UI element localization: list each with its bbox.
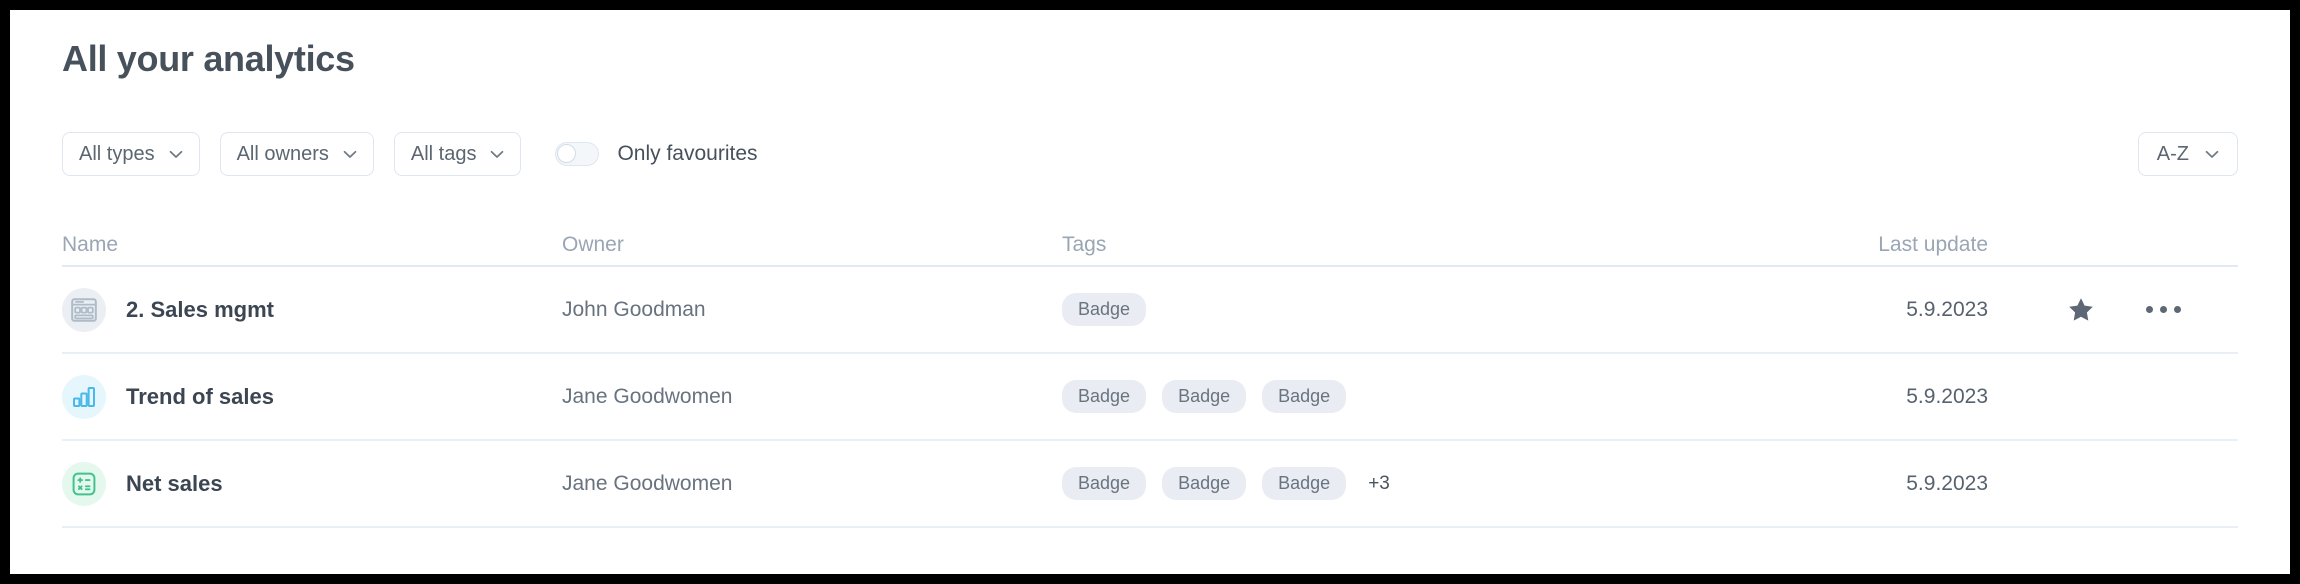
bar-chart-icon	[62, 374, 106, 419]
tag-overflow-count[interactable]: +3	[1368, 473, 1390, 495]
column-header-tags[interactable]: Tags	[1062, 233, 1106, 257]
chevron-down-icon	[343, 150, 357, 158]
tag-badge[interactable]: Badge	[1062, 293, 1147, 326]
row-last-update: 5.9.2023	[1906, 384, 1988, 408]
analytics-panel: All your analytics All types All owners …	[10, 10, 2290, 574]
table-header-row: Name Owner Tags Last update	[62, 225, 2238, 267]
favourite-star-icon[interactable]	[2068, 297, 2094, 322]
only-favourites-label: Only favourites	[617, 142, 758, 165]
row-name[interactable]: Net sales	[126, 471, 223, 497]
tag-badge[interactable]: Badge	[1262, 467, 1347, 500]
column-header-owner[interactable]: Owner	[562, 233, 624, 256]
filter-all-types[interactable]: All types	[62, 132, 200, 176]
filter-all-types-label: All types	[79, 142, 155, 165]
row-last-update: 5.9.2023	[1906, 471, 1988, 495]
tag-badge[interactable]: Badge	[1162, 380, 1247, 413]
sort-order-label: A-Z	[2156, 142, 2189, 165]
tag-badge[interactable]: Badge	[1262, 380, 1347, 413]
filter-all-owners-label: All owners	[236, 142, 329, 165]
column-header-last-update[interactable]: Last update	[1878, 233, 1988, 256]
chevron-down-icon	[169, 150, 182, 158]
sort-order-select[interactable]: A-Z	[2137, 132, 2238, 176]
page-title: All your analytics	[62, 38, 355, 79]
tag-badge[interactable]: Badge	[1062, 380, 1147, 413]
column-header-name[interactable]: Name	[62, 233, 118, 257]
filter-all-tags[interactable]: All tags	[393, 132, 522, 176]
table-row[interactable]: Trend of sales Jane Goodwomen Badge Badg…	[62, 354, 2238, 441]
dot	[2174, 306, 2181, 313]
chevron-down-icon	[2205, 150, 2219, 158]
tag-badge[interactable]: Badge	[1062, 467, 1147, 500]
dashboard-icon	[62, 287, 106, 332]
row-last-update: 5.9.2023	[1906, 297, 1988, 321]
tag-badge[interactable]: Badge	[1162, 467, 1247, 500]
row-owner: John Goodman	[562, 297, 706, 321]
calculator-icon	[62, 461, 106, 506]
analytics-table: Name Owner Tags Last update 2. Sales mgm…	[62, 225, 2238, 528]
row-owner: Jane Goodwomen	[562, 384, 733, 408]
toggle-knob	[557, 144, 577, 163]
row-owner: Jane Goodwomen	[562, 471, 733, 495]
table-row[interactable]: Net sales Jane Goodwomen Badge Badge Bad…	[62, 441, 2238, 528]
filter-all-owners[interactable]: All owners	[219, 132, 374, 176]
only-favourites-toggle[interactable]	[555, 142, 600, 166]
dot	[2146, 306, 2153, 313]
row-name[interactable]: 2. Sales mgmt	[126, 297, 274, 323]
filter-bar: All types All owners All tags Only favou…	[62, 132, 758, 176]
chevron-down-icon	[491, 150, 504, 158]
dot	[2160, 306, 2167, 313]
only-favourites-group: Only favourites	[555, 142, 758, 166]
table-row[interactable]: 2. Sales mgmt John Goodman Badge 5.9.202…	[62, 267, 2238, 354]
filter-all-tags-label: All tags	[410, 142, 477, 165]
row-name[interactable]: Trend of sales	[126, 384, 274, 410]
row-more-options-icon[interactable]	[2146, 306, 2181, 313]
